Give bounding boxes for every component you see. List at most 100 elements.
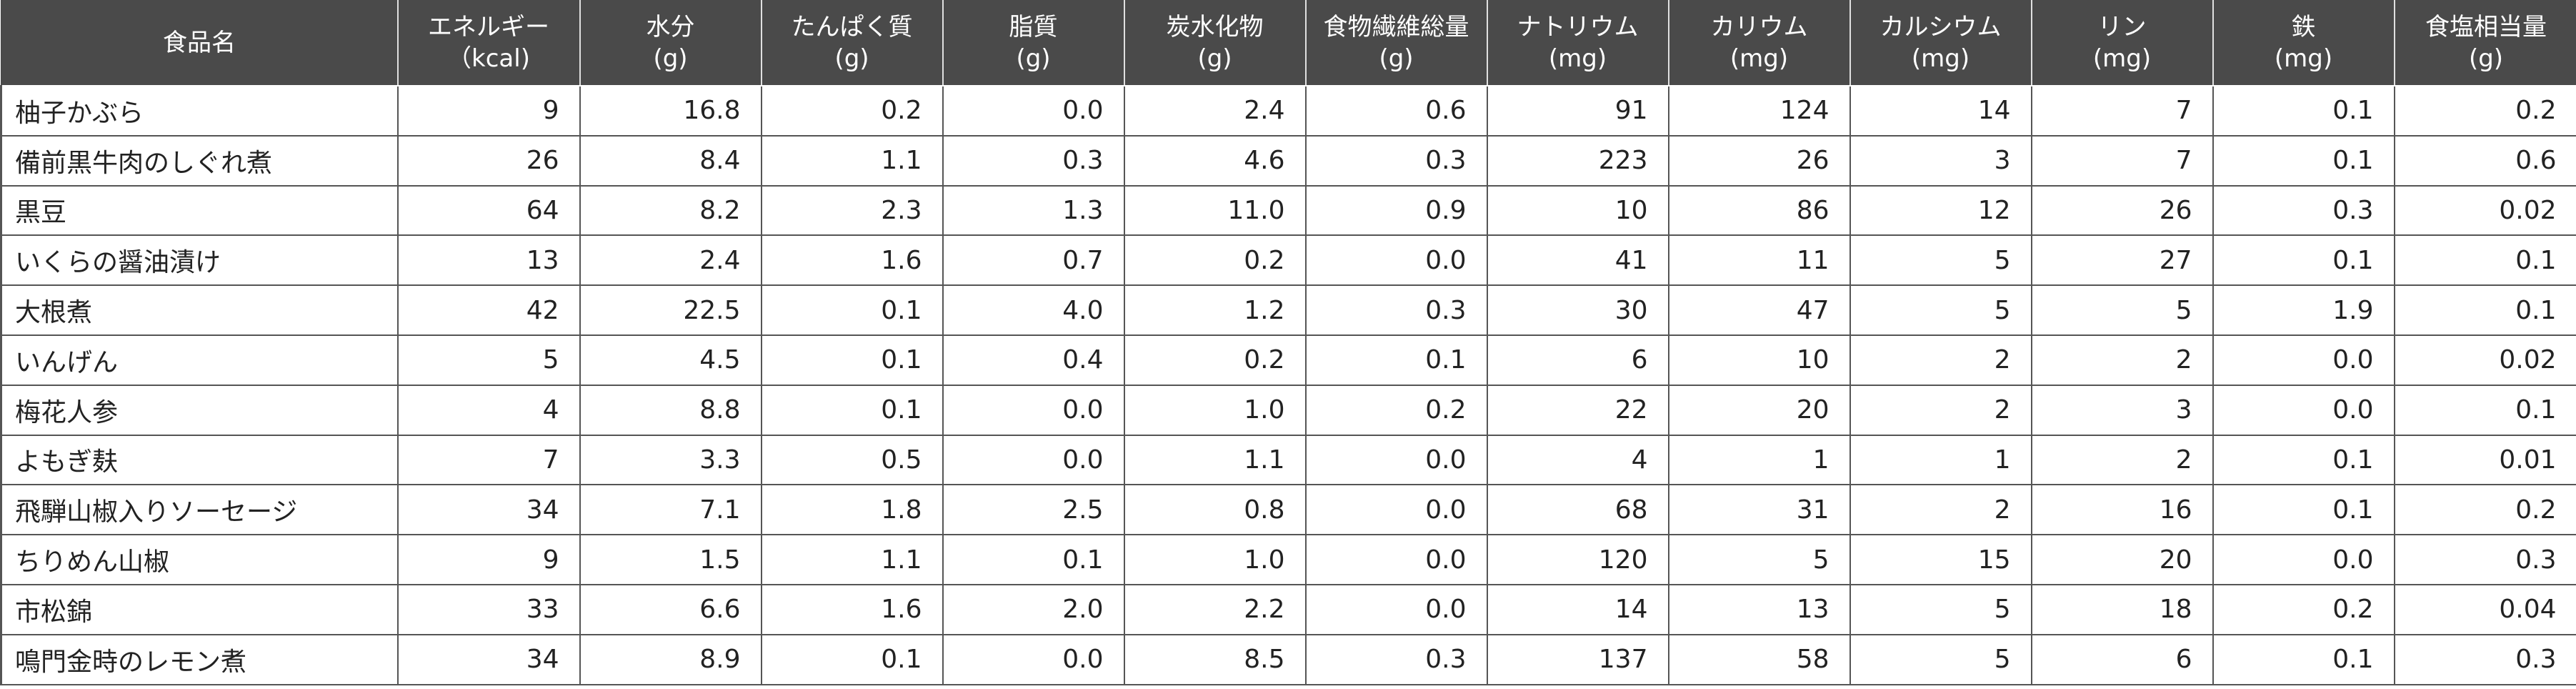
column-header-label: 鉄 [2291, 12, 2316, 41]
nutrient-value-cell: 27 [2030, 234, 2214, 287]
nutrient-value-cell: 5 [1849, 234, 2032, 287]
nutrient-value-cell: 7 [2030, 85, 2214, 137]
table-row: 飛騨山椒入りソーセージ 34 7.1 1.8 2.5 0.8 0.0 68 31 2 16 0.1 0.… [0, 484, 2576, 536]
food-name-cell: 梅花人参 [0, 384, 399, 436]
nutrient-value-cell: 4 [396, 384, 581, 436]
column-header[interactable]: エネルギー （kcal) [396, 0, 580, 86]
nutrient-value-cell: 1 [1667, 434, 1851, 486]
nutrient-value-cell: 0.1 [2212, 234, 2395, 287]
nutrient-value-cell: 10 [1667, 334, 1851, 386]
food-name-cell: いくらの醤油漬け [0, 234, 399, 287]
nutrient-value-cell: 91 [1486, 85, 1669, 137]
nutrient-value-cell: 0.3 [1304, 134, 1488, 187]
nutrient-value-cell: 15 [1849, 534, 2032, 585]
nutrient-value-cell: 2.5 [942, 484, 1125, 536]
column-header-unit: (mg) [2274, 44, 2333, 73]
table-row: 大根煮 42 22.5 0.1 4.0 1.2 0.3 30 47 5 5 1.9 0.1 [0, 284, 2576, 336]
column-header[interactable]: 炭水化物 (g) [1123, 0, 1306, 86]
nutrient-value-cell: 0.1 [2212, 434, 2395, 486]
nutrient-value-cell: 1.1 [1123, 434, 1307, 486]
table-row: 黒豆 64 8.2 2.3 1.3 11.0 0.9 10 86 12 26 0.3 0.02 [0, 184, 2576, 237]
nutrient-value-cell: 13 [1667, 583, 1851, 635]
nutrient-value-cell: 4.6 [1123, 134, 1307, 187]
nutrient-value-cell: 0.04 [2393, 583, 2576, 635]
nutrient-value-cell: 0.0 [1304, 234, 1488, 287]
nutrient-value-cell: 0.1 [760, 633, 944, 685]
food-name-cell: 大根煮 [0, 284, 399, 336]
nutrient-value-cell: 7 [396, 434, 581, 486]
nutrient-value-cell: 3 [1849, 134, 2032, 187]
column-header-unit: (g) [834, 44, 869, 73]
nutrient-value-cell: 124 [1667, 85, 1851, 137]
column-header[interactable]: 鉄 (mg) [2212, 0, 2395, 86]
nutrient-value-cell: 2.2 [1123, 583, 1307, 635]
nutrient-value-cell: 9 [396, 85, 581, 137]
food-name-cell: 備前黒牛肉のしぐれ煮 [0, 134, 399, 187]
table-body: 柚子かぶら 9 16.8 0.2 0.0 2.4 0.6 91 124 14 7 0.1 0.2 備前黒牛… [0, 85, 2576, 685]
nutrient-value-cell: 16.8 [579, 85, 762, 137]
column-header[interactable]: たんぱく質 (g) [760, 0, 943, 86]
column-header[interactable]: 脂質 (g) [942, 0, 1124, 86]
nutrient-value-cell: 5 [1849, 633, 2032, 685]
column-header[interactable]: カリウム (mg) [1667, 0, 1850, 86]
nutrient-value-cell: 1 [1849, 434, 2032, 486]
nutrient-value-cell: 0.0 [1304, 583, 1488, 635]
nutrient-value-cell: 58 [1667, 633, 1851, 685]
column-header-unit: (g) [1379, 44, 1414, 73]
nutrient-value-cell: 120 [1486, 534, 1669, 585]
nutrient-value-cell: 22 [1486, 384, 1669, 436]
nutrient-value-cell: 5 [1849, 284, 2032, 336]
nutrient-value-cell: 64 [396, 184, 581, 237]
column-header[interactable]: カルシウム (mg) [1849, 0, 2032, 86]
nutrient-value-cell: 31 [1667, 484, 1851, 536]
column-header-unit: (mg) [2092, 44, 2152, 73]
column-header-label: 脂質 [1009, 12, 1058, 41]
table-row: 鳴門金時のレモン煮 34 8.9 0.1 0.0 8.5 0.3 137 58 5 6 0.1 0.3 [0, 633, 2576, 685]
nutrient-value-cell: 7 [2030, 134, 2214, 187]
table-row: ちりめん山椒 9 1.5 1.1 0.1 1.0 0.0 120 5 15 20 0.0 0.3 [0, 534, 2576, 585]
nutrient-value-cell: 0.1 [942, 534, 1125, 585]
table-row: いんげん 5 4.5 0.1 0.4 0.2 0.1 6 10 2 2 0.0 0.02 [0, 334, 2576, 386]
column-header-unit: (g) [1197, 44, 1232, 73]
column-header[interactable]: 水分 (g) [579, 0, 762, 86]
column-header[interactable]: リン (mg) [2030, 0, 2213, 86]
nutrient-value-cell: 6 [1486, 334, 1669, 386]
nutrient-value-cell: 2.3 [760, 184, 944, 237]
nutrient-value-cell: 0.1 [2212, 134, 2395, 187]
column-header-label: 食塩相当量 [2425, 12, 2547, 41]
nutrient-value-cell: 1.1 [760, 134, 944, 187]
column-header[interactable]: 食塩相当量 (g) [2393, 0, 2576, 86]
column-header-unit: (g) [1016, 44, 1051, 73]
nutrient-value-cell: 0.1 [760, 384, 944, 436]
nutrient-value-cell: 9 [396, 534, 581, 585]
nutrient-value-cell: 3.3 [579, 434, 762, 486]
nutrient-value-cell: 1.2 [1123, 284, 1307, 336]
nutrient-value-cell: 0.1 [2212, 633, 2395, 685]
nutrient-value-cell: 8.5 [1123, 633, 1307, 685]
nutrient-value-cell: 5 [1667, 534, 1851, 585]
nutrient-value-cell: 0.1 [1304, 334, 1488, 386]
nutrient-value-cell: 137 [1486, 633, 1669, 685]
nutrient-value-cell: 2 [2030, 334, 2214, 386]
column-header[interactable]: 食品名 [0, 0, 398, 86]
column-header-label: 食物繊維総量 [1323, 12, 1469, 41]
column-header[interactable]: 食物繊維総量 (g) [1304, 0, 1487, 86]
column-header-label: エネルギー [428, 12, 549, 41]
table-row: 市松錦 33 6.6 1.6 2.0 2.2 0.0 14 13 5 18 0.2 0.04 [0, 583, 2576, 635]
nutrient-value-cell: 0.2 [2393, 484, 2576, 536]
nutrient-value-cell: 22.5 [579, 284, 762, 336]
column-header-unit: (mg) [1911, 44, 1970, 73]
nutrient-value-cell: 47 [1667, 284, 1851, 336]
nutrient-value-cell: 0.0 [1304, 484, 1488, 536]
nutrient-value-cell: 4.0 [942, 284, 1125, 336]
column-header-label: カリウム [1710, 12, 1808, 41]
column-header-label: リン [2097, 12, 2147, 41]
nutrient-value-cell: 1.6 [760, 583, 944, 635]
column-header[interactable]: ナトリウム (mg) [1486, 0, 1669, 86]
column-header-label: 炭水化物 [1166, 12, 1264, 41]
food-name-cell: 黒豆 [0, 184, 399, 237]
nutrient-value-cell: 7.1 [579, 484, 762, 536]
nutrient-value-cell: 0.5 [760, 434, 944, 486]
nutrient-value-cell: 1.0 [1123, 384, 1307, 436]
nutrient-value-cell: 16 [2030, 484, 2214, 536]
